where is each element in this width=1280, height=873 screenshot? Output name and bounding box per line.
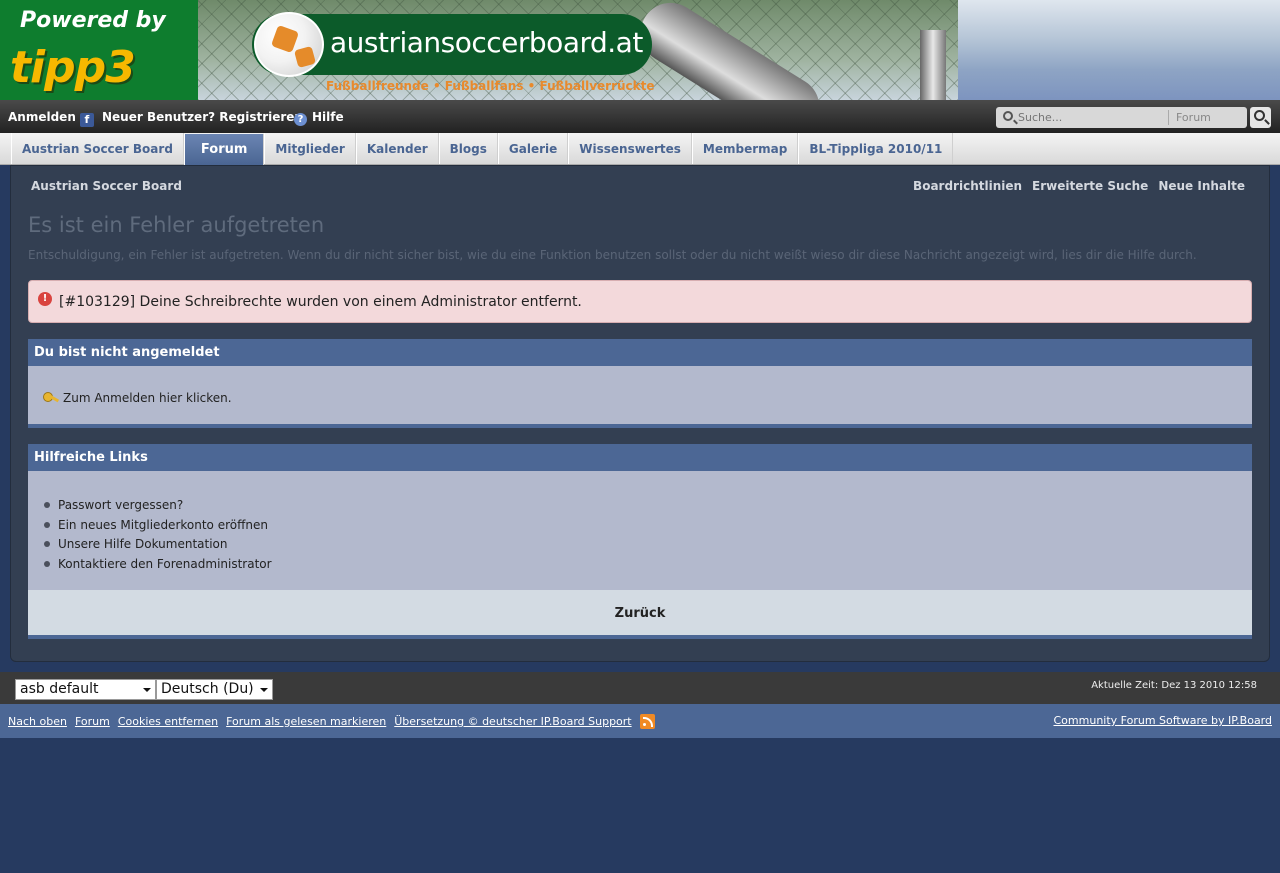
error-description: Entschuldigung, ein Fehler ist aufgetret… (28, 248, 1197, 262)
search-divider (1168, 110, 1169, 125)
tab-wissenswertes[interactable]: Wissenswertes (568, 133, 692, 164)
board-rules-link[interactable]: Boardrichtlinien (913, 179, 1022, 193)
login-label: Anmelden (8, 110, 76, 124)
help-icon: ? (294, 113, 307, 126)
page-title: Es ist ein Fehler aufgetreten (28, 213, 325, 237)
helpful-links-header: Hilfreiche Links (28, 444, 1252, 471)
back-to-top-link[interactable]: Nach oben (8, 715, 67, 728)
list-item-help-docs[interactable]: Unsere Hilfe Dokumentation (43, 537, 272, 557)
list-item-contact-admin[interactable]: Kontaktiere den Forenadministrator (43, 557, 272, 577)
list-item-new-account[interactable]: Ein neues Mitgliederkonto eröffnen (43, 518, 272, 538)
advanced-search-link[interactable]: Erweiterte Suche (1032, 179, 1148, 193)
language-select-value: Deutsch (Du) (161, 681, 254, 697)
delete-cookies-link[interactable]: Cookies entfernen (118, 715, 218, 728)
skin-select[interactable]: asb default (15, 679, 156, 700)
breadcrumb[interactable]: Austrian Soccer Board (31, 179, 182, 193)
primary-nav: Austrian Soccer Board Forum Mitglieder K… (0, 133, 1280, 165)
key-icon (43, 392, 59, 404)
tipp3-logo[interactable]: Powered by tipp3 (0, 0, 198, 100)
not-logged-in-header: Du bist nicht angemeldet (28, 339, 1252, 366)
top-links: Boardrichtlinien Erweiterte Suche Neue I… (913, 179, 1245, 193)
helpful-links-block: Hilfreiche Links Passwort vergessen? Ein… (28, 444, 1252, 639)
new-content-link[interactable]: Neue Inhalte (1158, 179, 1245, 193)
tab-mitglieder[interactable]: Mitglieder (264, 133, 356, 164)
chevron-down-icon (260, 688, 268, 692)
footer-links-bar: Nach oben Forum Cookies entfernen Forum … (0, 704, 1280, 738)
help-link[interactable]: ? Hilfe (294, 110, 344, 126)
register-link[interactable]: Neuer Benutzer? Registrieren (102, 110, 303, 124)
tab-forum[interactable]: Forum (183, 134, 265, 165)
user-bar: Anmelden f Neuer Benutzer? Registrieren ?… (0, 100, 1280, 133)
search-button-icon (1254, 110, 1265, 121)
chevron-down-icon (143, 688, 151, 692)
facebook-icon[interactable]: f (79, 113, 94, 127)
translation-credit-link[interactable]: Übersetzung © deutscher IP.Board Support (394, 715, 631, 728)
tab-kalender[interactable]: Kalender (355, 133, 439, 164)
search-scope[interactable]: Forum (1176, 111, 1211, 124)
error-icon: ! (38, 292, 52, 306)
powered-by-text: Powered by (20, 8, 166, 33)
current-time: Aktuelle Zeit: Dez 13 2010 12:58 (1091, 680, 1257, 691)
site-tagline: Fußballfreunde • Fußballfans • Fußballve… (326, 79, 655, 93)
tab-bl-tippliga[interactable]: BL-Tippliga 2010/11 (798, 133, 954, 164)
software-credit-link[interactable]: Community Forum Software by IP.Board (1054, 714, 1273, 727)
search-button[interactable] (1250, 107, 1271, 128)
rss-icon[interactable] (639, 714, 655, 729)
tab-galerie[interactable]: Galerie (497, 133, 569, 164)
tab-membermap[interactable]: Membermap (691, 133, 799, 164)
language-select[interactable]: Deutsch (Du) (156, 679, 273, 700)
goal-post-image-2 (920, 30, 946, 100)
error-message: [#103129] Deine Schreibrechte wurden von… (59, 294, 582, 310)
not-logged-in-block: Du bist nicht angemeldet Zum Anmelden hi… (28, 339, 1252, 428)
tab-blogs[interactable]: Blogs (438, 133, 498, 164)
list-item-forgot-password[interactable]: Passwort vergessen? (43, 498, 272, 518)
footer-links: Nach oben Forum Cookies entfernen Forum … (8, 714, 655, 729)
footer-forum-link[interactable]: Forum (75, 715, 110, 728)
login-here-link[interactable]: Zum Anmelden hier klicken. (43, 391, 232, 405)
login-link[interactable]: Anmelden f (8, 110, 94, 127)
login-here-label: Zum Anmelden hier klicken. (63, 391, 232, 405)
search-icon (1003, 111, 1013, 121)
search-box: Forum (996, 107, 1247, 128)
site-banner[interactable]: Powered by tipp3 austriansoccerboard.at … (0, 0, 1280, 100)
mark-read-link[interactable]: Forum als gelesen markieren (226, 715, 386, 728)
skin-language-bar: asb default Deutsch (Du) Aktuelle Zeit: … (0, 672, 1280, 704)
back-button[interactable]: Zurück (28, 590, 1252, 635)
main-content: Austrian Soccer Board Boardrichtlinien E… (10, 165, 1270, 662)
tab-austrian-soccer-board[interactable]: Austrian Soccer Board (11, 133, 184, 164)
search-input[interactable] (1018, 110, 1163, 125)
helpful-links-list: Passwort vergessen? Ein neues Mitglieder… (43, 498, 272, 576)
skin-select-value: asb default (20, 681, 99, 697)
site-title[interactable]: austriansoccerboard.at (330, 26, 643, 59)
soccer-ball-icon (254, 12, 324, 77)
error-message-box: ! [#103129] Deine Schreibrechte wurden v… (28, 280, 1252, 323)
tipp3-wordmark: tipp3 (10, 42, 136, 93)
help-label: Hilfe (312, 110, 344, 124)
